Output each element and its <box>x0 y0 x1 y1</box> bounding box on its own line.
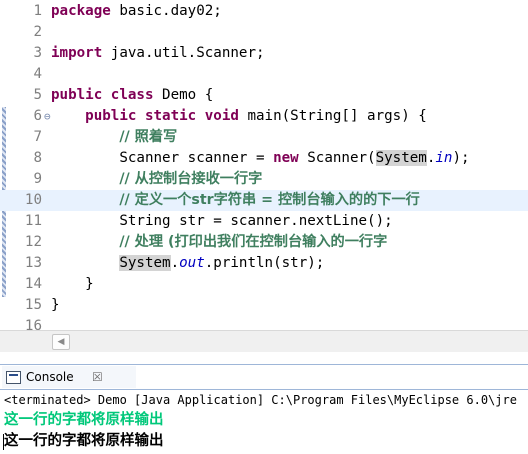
editor-horizontal-scrollbar[interactable]: ◀ <box>0 330 528 352</box>
console-tab-label: Console <box>26 370 74 384</box>
code-token: .println(str); <box>204 255 325 271</box>
code-line[interactable]: 9 // 从控制台接收一行字 <box>0 169 528 190</box>
code-token: class <box>110 87 154 103</box>
console-caret <box>3 434 4 450</box>
code-line[interactable]: 4 <box>0 64 528 85</box>
line-code: package basic.day02; <box>51 1 222 22</box>
line-number: 10 <box>24 192 42 208</box>
code-token: package <box>51 3 111 19</box>
code-token: // 处理 (打印出我们在控制台输入的一行字 <box>119 234 388 250</box>
code-token: Scanner scanner = <box>51 150 274 166</box>
code-token: System <box>375 150 427 166</box>
code-token: public <box>85 108 137 124</box>
line-code: public static void main(String[] args) { <box>51 106 427 127</box>
line-number: 12 <box>24 234 42 250</box>
code-line[interactable]: 2 <box>0 22 528 43</box>
code-token: java.util.Scanner; <box>102 45 265 61</box>
line-code: // 定义一个str字符串 = 控制台输入的的下一行 <box>51 190 420 211</box>
code-line[interactable]: 3 import java.util.Scanner; <box>0 43 528 64</box>
line-number: 4 <box>33 66 42 82</box>
line-number: 7 <box>33 129 42 145</box>
code-token: basic.day02; <box>110 3 222 19</box>
line-number: 9 <box>33 171 42 187</box>
line-number: 8 <box>33 150 42 166</box>
code-token: public <box>51 87 103 103</box>
console-output-line: 这一行的字都将原样输出 <box>4 433 164 449</box>
code-line[interactable]: 1 package basic.day02; <box>0 1 528 22</box>
line-code: String str = scanner.nextLine(); <box>51 211 393 232</box>
code-line[interactable]: 10 // 定义一个str字符串 = 控制台输入的的下一行 <box>0 190 528 211</box>
code-token: } <box>51 276 94 292</box>
scroll-left-icon[interactable]: ◀ <box>52 334 70 350</box>
code-line[interactable]: 14 } <box>0 274 528 295</box>
code-line[interactable]: 12 // 处理 (打印出我们在控制台输入的一行字 <box>0 232 528 253</box>
close-icon[interactable]: ☒ <box>92 366 103 388</box>
code-token: main(String[] args) { <box>238 108 427 124</box>
code-token: in <box>435 150 453 166</box>
code-line[interactable]: 13 System.out.println(str); <box>0 253 528 274</box>
line-number: 11 <box>24 213 42 229</box>
code-token: Scanner( <box>298 150 376 166</box>
line-number: 1 <box>33 3 42 19</box>
code-token: new <box>273 150 299 166</box>
line-code: System.out.println(str); <box>51 253 324 274</box>
line-number: 3 <box>33 45 42 61</box>
line-code: // 处理 (打印出我们在控制台输入的一行字 <box>51 232 387 253</box>
line-code: Scanner scanner = new Scanner(System.in)… <box>51 148 470 169</box>
code-editor[interactable]: 1 package basic.day02; 2 3 import java.util.… <box>0 0 528 330</box>
line-number: 16 <box>24 318 42 330</box>
code-token: void <box>204 108 239 124</box>
code-token: // 定义一个str字符串 = 控制台输入的的下一行 <box>119 192 420 208</box>
code-token: } <box>51 297 60 313</box>
line-code: } <box>51 295 60 316</box>
code-line[interactable]: 7 // 照着写 <box>0 127 528 148</box>
line-number: 13 <box>24 255 42 271</box>
code-token: // 照着写 <box>119 129 178 145</box>
line-code: } <box>51 274 94 295</box>
code-token: // 从控制台接收一行字 <box>119 171 263 187</box>
code-token: System <box>119 255 171 271</box>
code-line[interactable]: 11 String str = scanner.nextLine(); <box>0 211 528 232</box>
line-number: 5 <box>33 87 42 103</box>
line-code: public class Demo { <box>51 85 213 106</box>
line-code: import java.util.Scanner; <box>51 43 265 64</box>
tab-console[interactable]: Console ☒ <box>2 366 136 388</box>
code-line[interactable]: 8 Scanner scanner = new Scanner(System.i… <box>0 148 528 169</box>
line-number: 2 <box>33 24 42 40</box>
code-token: static <box>144 108 197 124</box>
code-token: ); <box>452 150 470 166</box>
console-input-echo: 这一行的字都将原样输出 <box>4 412 164 428</box>
code-token: Demo { <box>153 87 214 103</box>
fold-toggle-icon[interactable]: ⊖ <box>44 106 51 127</box>
line-number: 15 <box>24 297 42 313</box>
code-line[interactable]: 16 <box>0 316 528 330</box>
line-number: 6 <box>33 108 42 124</box>
code-line[interactable]: 6 ⊖ public static void main(String[] args… <box>0 106 528 127</box>
code-token: . <box>170 255 180 271</box>
code-token: out <box>179 255 205 271</box>
console-status-line: <terminated> Demo [Java Application] C:\… <box>4 393 517 407</box>
code-token: import <box>51 45 103 61</box>
line-code: // 照着写 <box>51 127 177 148</box>
console-icon <box>6 371 21 384</box>
code-line[interactable]: 15} <box>0 295 528 316</box>
code-line[interactable]: 5 public class Demo { <box>0 85 528 106</box>
code-token: String str = scanner.nextLine(); <box>51 213 393 229</box>
line-code: // 从控制台接收一行字 <box>51 169 262 190</box>
console-view-tabbar: Console ☒ <box>0 364 528 390</box>
line-number: 14 <box>24 276 42 292</box>
